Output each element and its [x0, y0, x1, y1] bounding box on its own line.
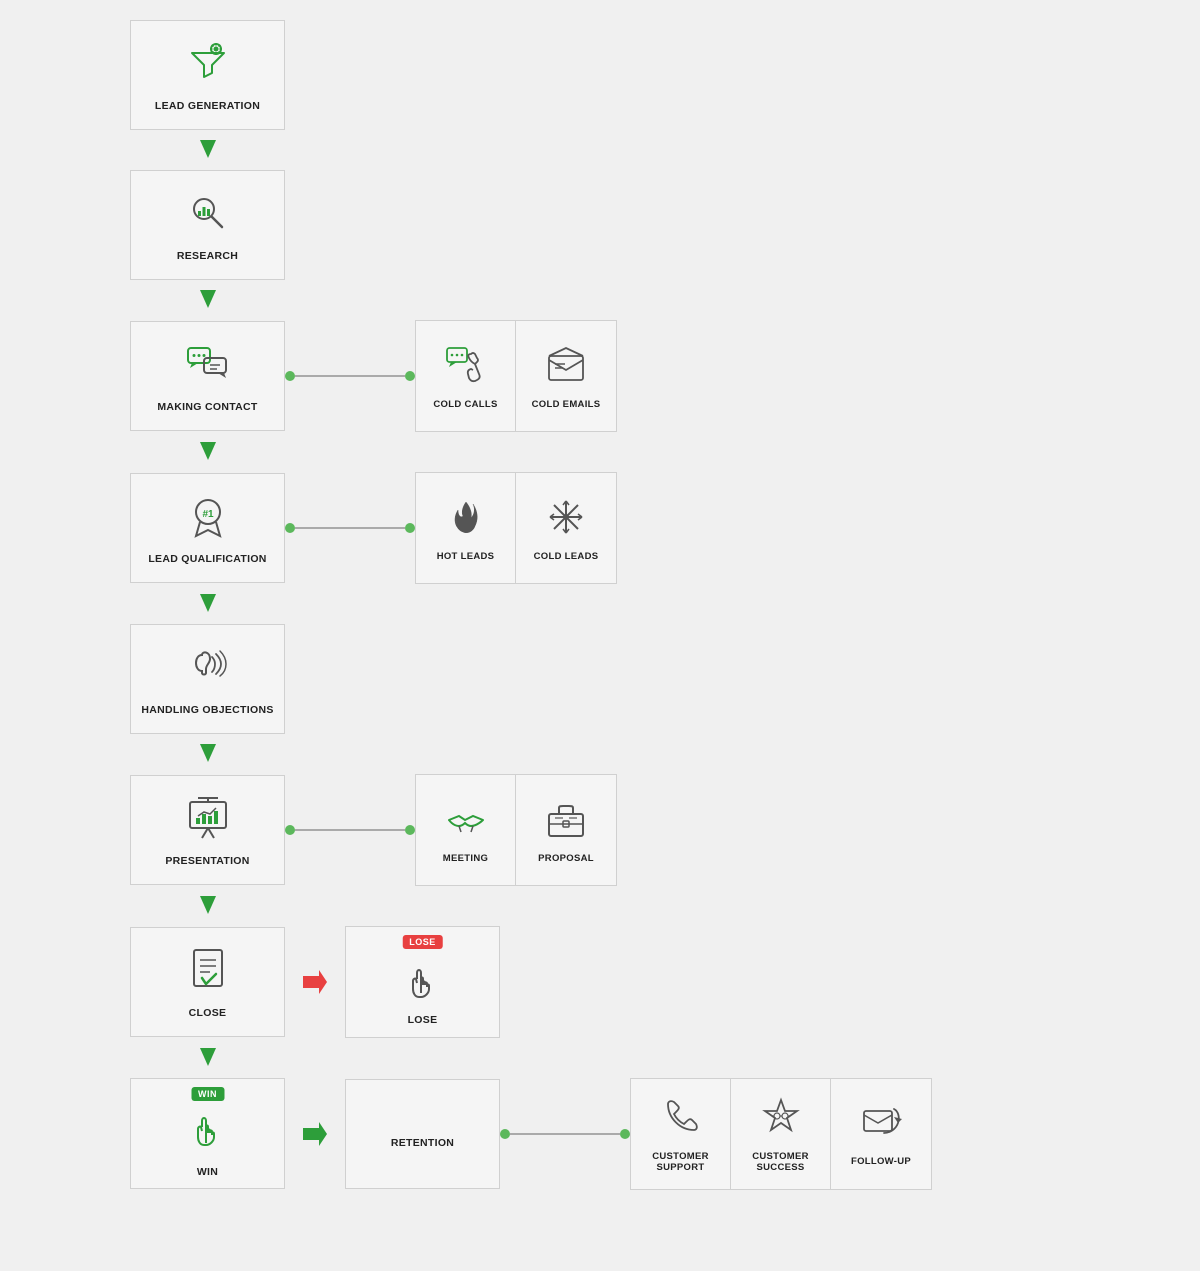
- customer-support-box: CUSTOMER SUPPORT: [631, 1079, 731, 1189]
- making-contact-side-group: COLD CALLS COLD EMAILS: [415, 320, 617, 432]
- lead-qualification-icon: #1: [184, 492, 232, 547]
- cold-emails-label: COLD EMAILS: [532, 399, 601, 410]
- arrow-objections-presentation: [130, 734, 285, 774]
- win-label: WIN: [197, 1166, 218, 1179]
- after-retention-group: CUSTOMER SUPPORT CUSTOMER SUCCESS: [630, 1078, 932, 1190]
- making-contact-box: MAKING CONTACT: [130, 321, 285, 431]
- making-contact-label: MAKING CONTACT: [157, 401, 257, 414]
- cold-emails-icon: [545, 344, 587, 394]
- lose-box: LOSE LOSE: [345, 926, 500, 1038]
- cold-calls-label: COLD CALLS: [433, 399, 497, 410]
- presentation-label: PRESENTATION: [165, 855, 249, 868]
- svg-text:#1: #1: [202, 509, 214, 520]
- cold-leads-icon: [545, 496, 587, 546]
- close-label: CLOSE: [189, 1007, 227, 1020]
- connector-dot-left-2: [285, 523, 295, 533]
- meeting-icon: [445, 798, 487, 848]
- meeting-box: MEETING: [416, 775, 516, 885]
- research-label: RESEARCH: [177, 250, 238, 263]
- arrow-presentation-close: [130, 886, 285, 926]
- follow-up-icon: [860, 1101, 902, 1151]
- connector-line: [295, 375, 405, 377]
- connector-dot-left: [285, 371, 295, 381]
- connector-dot-right-2: [405, 523, 415, 533]
- handling-objections-box: HANDLING OBJECTIONS: [130, 624, 285, 734]
- customer-success-box: CUSTOMER SUCCESS: [731, 1079, 831, 1189]
- arrow-lead-research: [130, 130, 285, 170]
- customer-support-label: CUSTOMER SUPPORT: [637, 1151, 724, 1174]
- hot-leads-icon: [445, 496, 487, 546]
- retention-label: RETENTION: [391, 1137, 454, 1150]
- win-icon: [184, 1105, 232, 1160]
- hot-leads-label: HOT LEADS: [437, 551, 495, 562]
- research-box: RESEARCH: [130, 170, 285, 280]
- cold-leads-box: COLD LEADS: [516, 473, 616, 583]
- arrow-qualification-objections: [130, 584, 285, 624]
- connector-line-2: [295, 527, 405, 529]
- win-box: WIN WIN: [130, 1078, 285, 1190]
- cold-leads-label: COLD LEADS: [534, 551, 599, 562]
- lead-qualification-label: LEAD QUALIFICATION: [148, 553, 266, 566]
- research-icon: [184, 189, 232, 244]
- lose-label: LOSE: [408, 1014, 438, 1027]
- win-to-retention-arrow: [285, 1079, 345, 1189]
- connector-dot-right: [405, 371, 415, 381]
- presentation-box: PRESENTATION: [130, 775, 285, 885]
- making-contact-icon: [184, 340, 232, 395]
- proposal-icon: [545, 798, 587, 848]
- customer-success-icon: [760, 1096, 802, 1146]
- meeting-label: MEETING: [443, 853, 488, 864]
- handling-objections-icon: [184, 643, 232, 698]
- follow-up-box: FOLLOW-UP: [831, 1079, 931, 1189]
- proposal-label: PROPOSAL: [538, 853, 594, 864]
- cold-calls-box: COLD CALLS: [416, 321, 516, 431]
- arrow-contact-qualification: [130, 432, 285, 472]
- presentation-side-group: MEETING PROPOSAL: [415, 774, 617, 886]
- win-badge: WIN: [191, 1087, 224, 1101]
- arrow-close-win: [130, 1038, 285, 1078]
- lead-generation-icon: [184, 39, 232, 94]
- cold-calls-icon: [445, 344, 487, 394]
- lead-qualification-side-group: HOT LEADS: [415, 472, 617, 584]
- connector-dot-right-3: [405, 825, 415, 835]
- connector-dot-left-3: [285, 825, 295, 835]
- arrow-research-contact: [130, 280, 285, 320]
- lose-icon: [399, 953, 447, 1008]
- lead-generation-box: LEAD GENERATION: [130, 20, 285, 130]
- connector-dot-right-4: [620, 1129, 630, 1139]
- customer-success-label: CUSTOMER SUCCESS: [737, 1151, 824, 1174]
- close-icon: [184, 946, 232, 1001]
- lead-generation-label: LEAD GENERATION: [155, 100, 260, 113]
- proposal-box: PROPOSAL: [516, 775, 616, 885]
- hot-leads-box: HOT LEADS: [416, 473, 516, 583]
- retention-box: RETENTION: [345, 1079, 500, 1189]
- connector-dot-left-4: [500, 1129, 510, 1139]
- follow-up-label: FOLLOW-UP: [851, 1156, 911, 1167]
- cold-emails-box: COLD EMAILS: [516, 321, 616, 431]
- connector-line-3: [295, 829, 405, 831]
- handling-objections-label: HANDLING OBJECTIONS: [141, 704, 273, 717]
- lead-qualification-box: #1 LEAD QUALIFICATION: [130, 473, 285, 583]
- presentation-icon: [184, 794, 232, 849]
- lose-badge: LOSE: [402, 935, 443, 949]
- lose-arrow: [285, 927, 345, 1037]
- connector-line-4: [510, 1133, 620, 1135]
- customer-support-icon: [660, 1096, 702, 1146]
- close-box: CLOSE: [130, 927, 285, 1037]
